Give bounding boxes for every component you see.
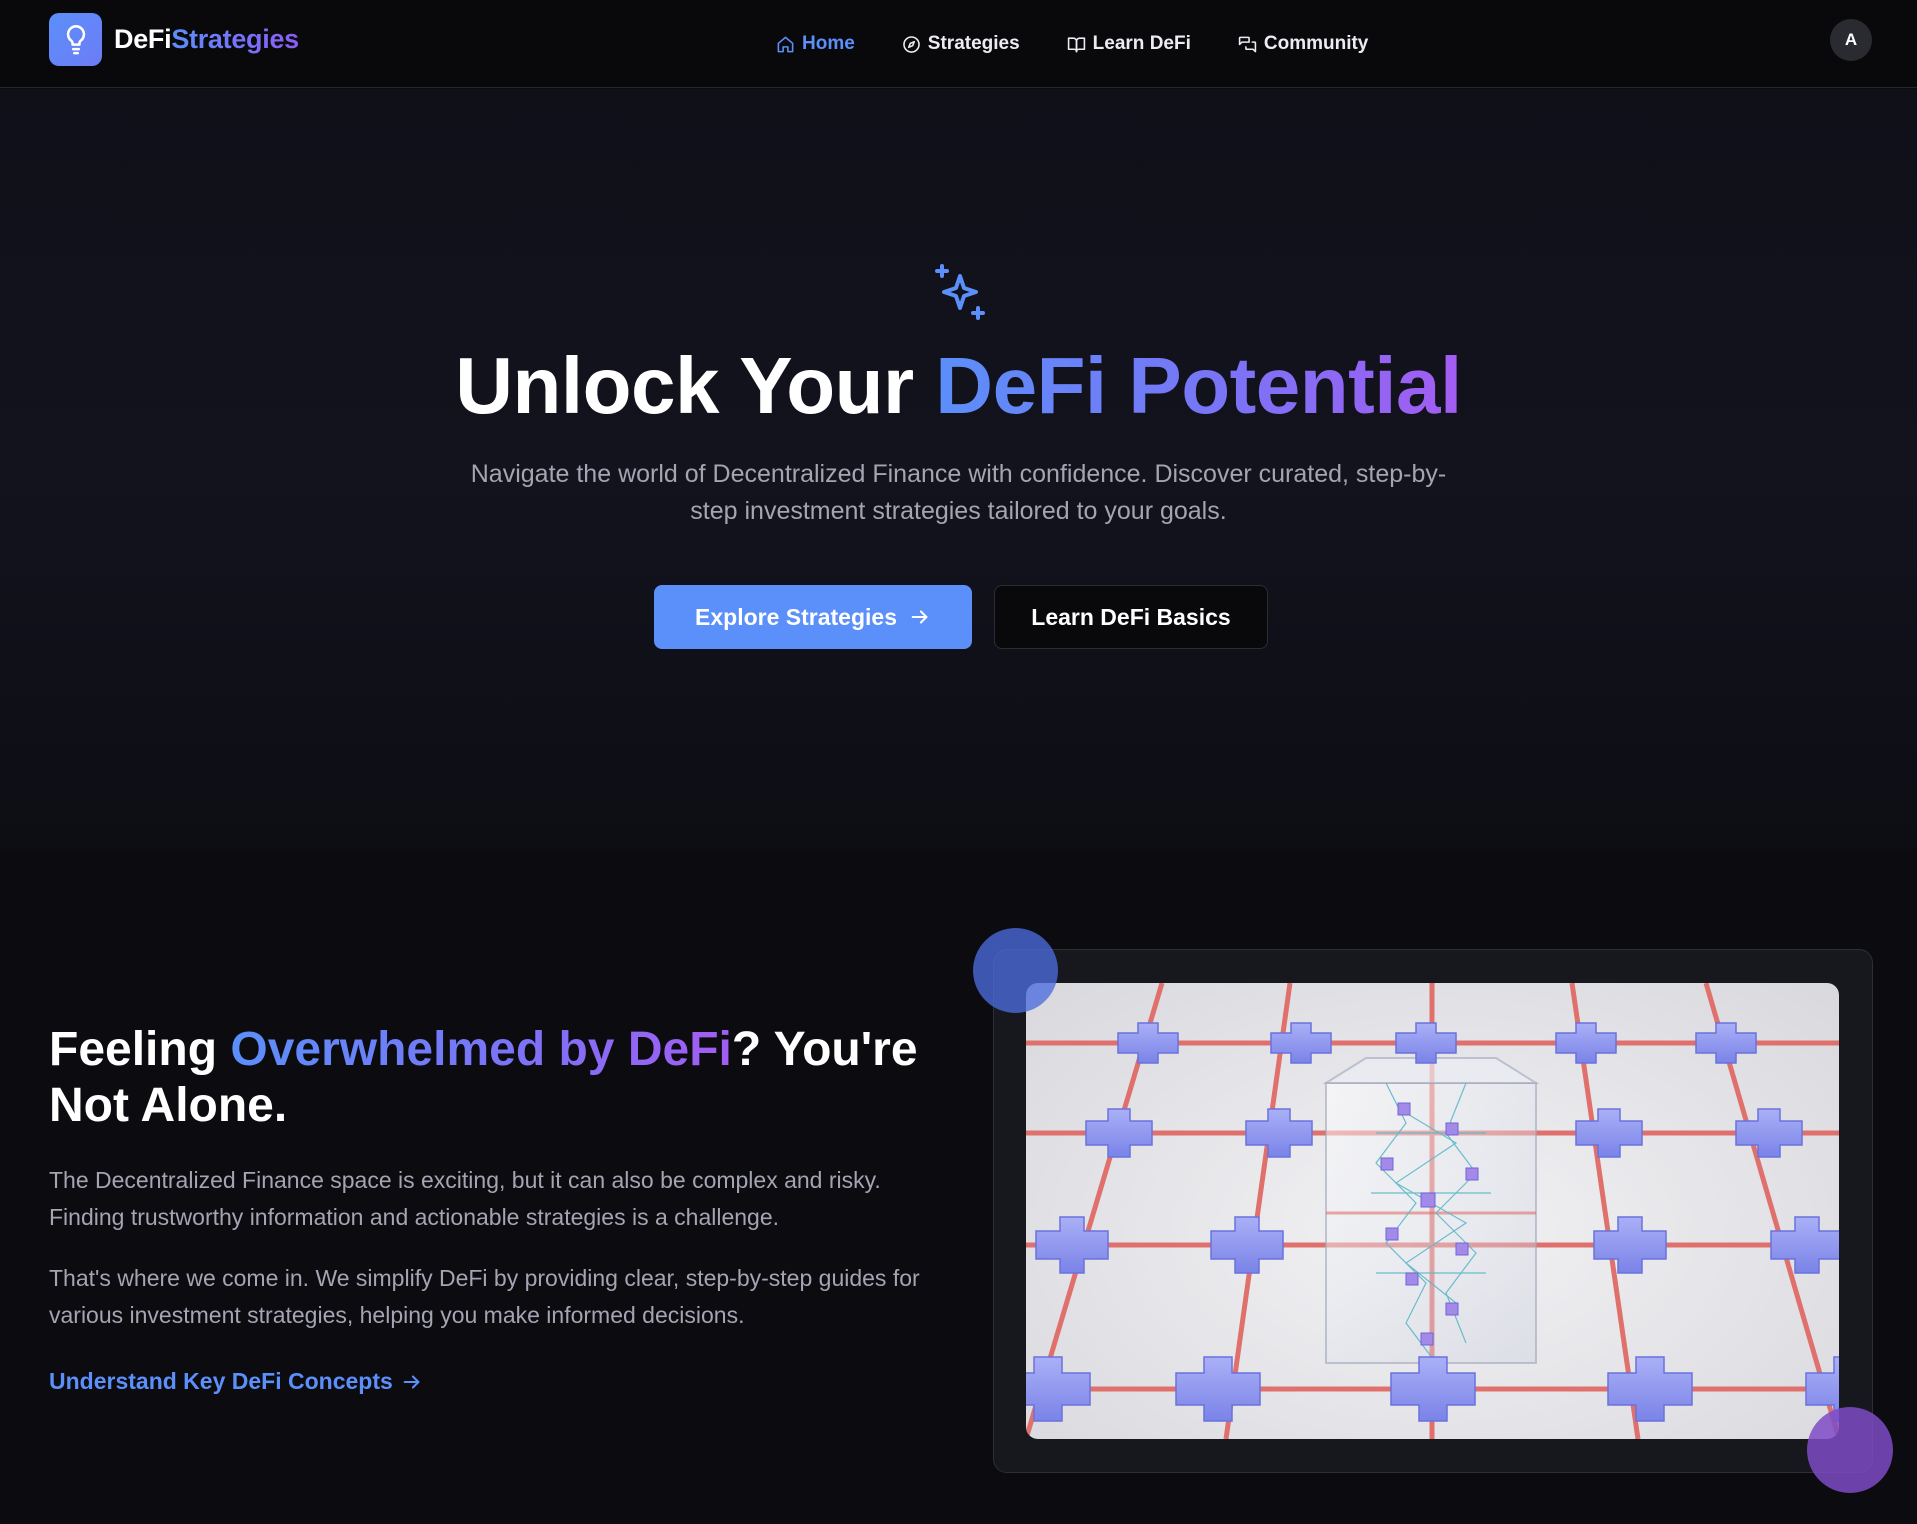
intro-title-part1: Feeling (49, 1023, 231, 1076)
intro-paragraph-2: That's where we come in. We simplify DeF… (49, 1265, 920, 1328)
brand-name-part2: Strategies (171, 24, 299, 54)
explore-strategies-label: Explore Strategies (695, 603, 897, 630)
intro-title: Feeling Overwhelmed by DeFi? You're Not … (49, 1022, 949, 1134)
intro-paragraph-1: The Decentralized Finance space is excit… (49, 1167, 881, 1230)
understand-concepts-link[interactable]: Understand Key DeFi Concepts (49, 1368, 423, 1395)
nav-link-strategies-label: Strategies (927, 33, 1020, 54)
learn-defi-basics-button[interactable]: Learn DeFi Basics (994, 585, 1268, 649)
arrow-right-icon (911, 610, 928, 624)
home-icon (777, 36, 794, 52)
understand-concepts-label: Understand Key DeFi Concepts (49, 1368, 393, 1394)
chat-bubbles-icon (1238, 36, 1257, 52)
brand-name: DeFiStrategies (114, 24, 299, 55)
compass-icon (902, 35, 920, 53)
hero-title: Unlock Your DeFi Potential (0, 340, 1917, 432)
hero-title-plain: Unlock Your (455, 341, 936, 430)
nav-link-community-label: Community (1263, 33, 1369, 54)
nav-link-learn-defi-label: Learn DeFi (1092, 33, 1191, 54)
lightbulb-icon (49, 13, 102, 66)
hero-title-highlight: DeFi Potential (935, 341, 1462, 430)
decorative-blue-orb (973, 928, 1058, 1013)
decorative-purple-orb (1807, 1407, 1893, 1493)
nav-link-community[interactable]: Community (1238, 33, 1369, 55)
nav-link-strategies[interactable]: Strategies (902, 33, 1020, 55)
user-avatar-button[interactable]: A (1830, 19, 1872, 61)
intro-title-highlight: Overwhelmed by DeFi (230, 1023, 732, 1076)
nav-links: Home Strategies Learn DeFi Community (776, 0, 1415, 88)
nav-link-learn-defi[interactable]: Learn DeFi (1067, 33, 1191, 55)
nav-link-home-label: Home (802, 33, 855, 54)
explore-strategies-button[interactable]: Explore Strategies (654, 585, 972, 649)
nav-link-home[interactable]: Home (776, 33, 855, 55)
hero-subtitle: Navigate the world of Decentralized Fina… (470, 460, 1447, 525)
arrow-right-icon (403, 1374, 420, 1389)
network-illustration (1026, 983, 1839, 1439)
brand-name-part1: DeFi (114, 24, 172, 54)
sparkles-icon (935, 264, 985, 320)
top-navbar: DeFiStrategies Home Strategies Learn DeF… (0, 0, 1917, 88)
book-open-icon (1067, 36, 1085, 52)
brand-home-link[interactable]: DeFiStrategies (49, 13, 299, 66)
